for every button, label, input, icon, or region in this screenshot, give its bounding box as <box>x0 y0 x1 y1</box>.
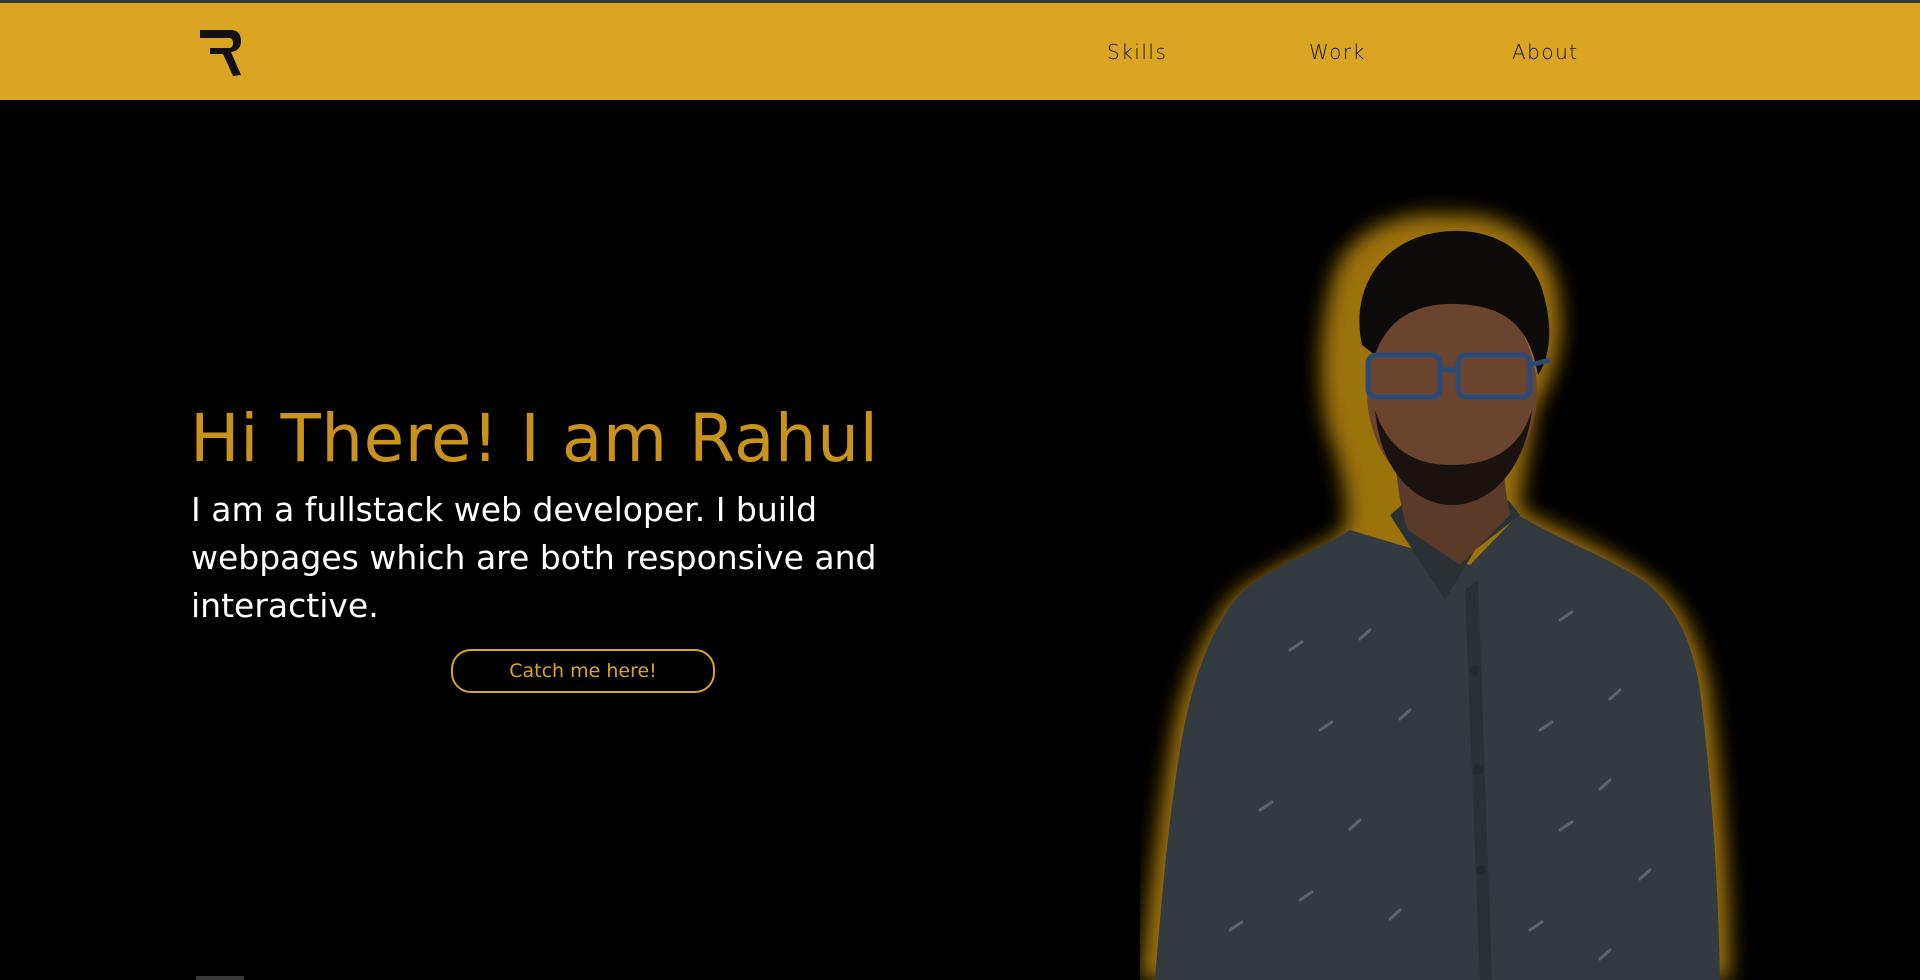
nav-skills-link[interactable]: Skills <box>1107 40 1167 64</box>
nav-about-link[interactable]: About <box>1512 40 1579 64</box>
hero-section: Hi There! I am Rahul I am a fullstack we… <box>0 100 1920 980</box>
hero-subtitle: I am a fullstack web developer. I build … <box>191 490 877 625</box>
navbar: Skills Work About <box>0 3 1920 100</box>
nav-links: Skills Work About <box>0 3 1920 100</box>
bottom-divider <box>196 976 244 980</box>
catch-me-button[interactable]: Catch me here! <box>451 649 715 693</box>
hero-title: Hi There! I am Rahul <box>190 400 879 477</box>
nav-work-link[interactable]: Work <box>1309 40 1366 64</box>
person-portrait-icon <box>1140 214 1730 980</box>
